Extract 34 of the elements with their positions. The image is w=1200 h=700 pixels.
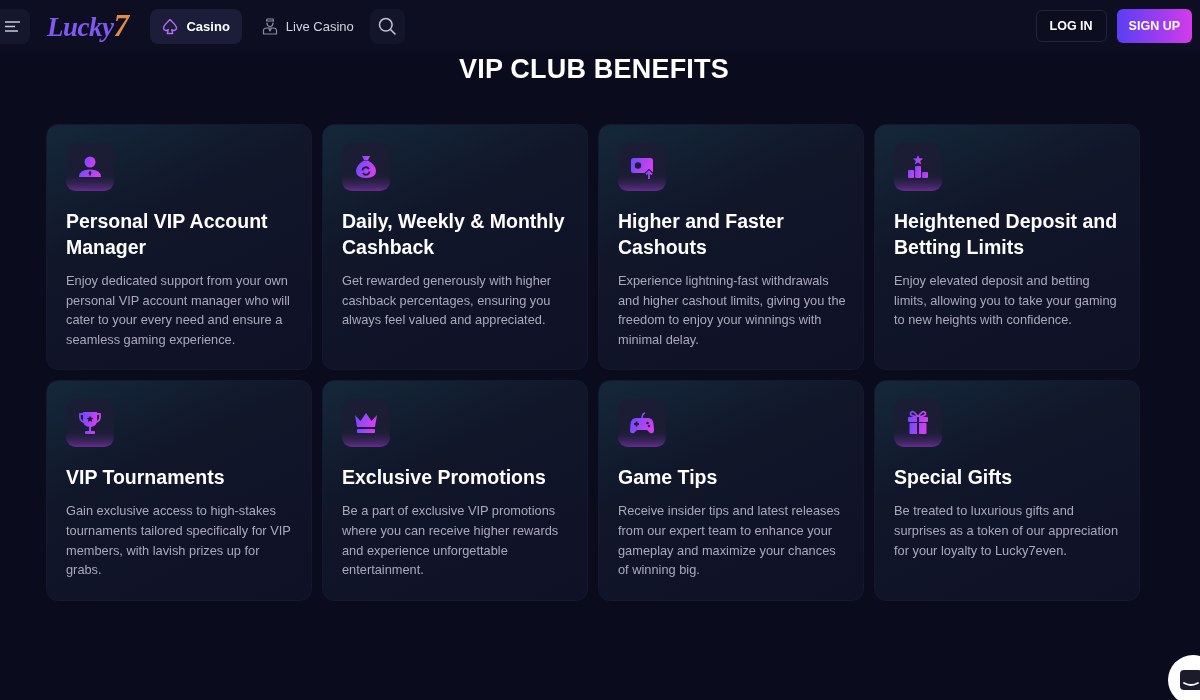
- card-title: Heightened Deposit and Betting Limits: [894, 209, 1119, 260]
- card-title: Personal VIP Account Manager: [66, 209, 269, 260]
- nav-tab[interactable]: Live Casino: [249, 8, 366, 44]
- card-title: Higher and Faster Cashouts: [618, 209, 785, 260]
- card-description: Be a part of exclusive VIP promotions where you can receive higher rewards and experience unforgettable entertainment.: [342, 502, 560, 580]
- gamepad-icon: [618, 399, 666, 448]
- chat-icon[interactable]: [1167, 654, 1200, 700]
- card-description: Enjoy elevated deposit and betting limits, allowing you to take your gaming to new heights with confidence.: [894, 272, 1118, 330]
- spade-icon: [162, 17, 179, 35]
- dealer-icon: [261, 17, 278, 35]
- person-icon: [66, 143, 114, 191]
- gift-icon: [894, 399, 942, 448]
- card-title: Daily, Weekly & Monthly Cashback: [342, 209, 566, 260]
- card-title: VIP Tournaments: [66, 465, 226, 491]
- card-title: Game Tips: [618, 465, 719, 491]
- card-description: Gain exclusive access to high-stakes tournaments tailored specifically for VIP members, with lavish prizes up for grabs.: [66, 502, 292, 580]
- logo[interactable]: Lucky7: [47, 9, 129, 43]
- money-bag-icon: [342, 143, 390, 191]
- nav-tab[interactable]: Casino: [150, 8, 242, 44]
- signup-button[interactable]: SIGN UP: [1116, 9, 1192, 43]
- search-icon: [378, 17, 397, 35]
- search-button[interactable]: [369, 8, 405, 44]
- card-title: Special Gifts: [894, 465, 1014, 491]
- card-description: Be treated to luxurious gifts and surprises as a token of our appreciation for your loyalty to Lucky7even.: [894, 502, 1120, 560]
- section-title: VIP CLUB BENEFITS: [458, 53, 730, 86]
- card-description: Enjoy dedicated support from your own personal VIP account manager who will cater to your every need and ensure a seamless gaming experience.: [66, 272, 291, 349]
- menu-icon: [5, 20, 21, 32]
- card-description: Receive insider tips and latest releases from our expert team to enhance your gameplay and maximize your chances of winning big.: [618, 502, 841, 580]
- crown-icon: [342, 399, 390, 448]
- card-description: Experience lightning-fast withdrawals and higher cashout limits, giving you the freedom to enjoy your winnings with minimal delay.: [618, 272, 847, 349]
- card-title: Exclusive Promotions: [342, 465, 547, 491]
- menu-button[interactable]: [0, 8, 30, 44]
- card-description: Get rewarded generously with higher cashback percentages, ensuring you always feel valued and appreciated.: [342, 272, 553, 330]
- login-button[interactable]: LOG IN: [1035, 10, 1107, 42]
